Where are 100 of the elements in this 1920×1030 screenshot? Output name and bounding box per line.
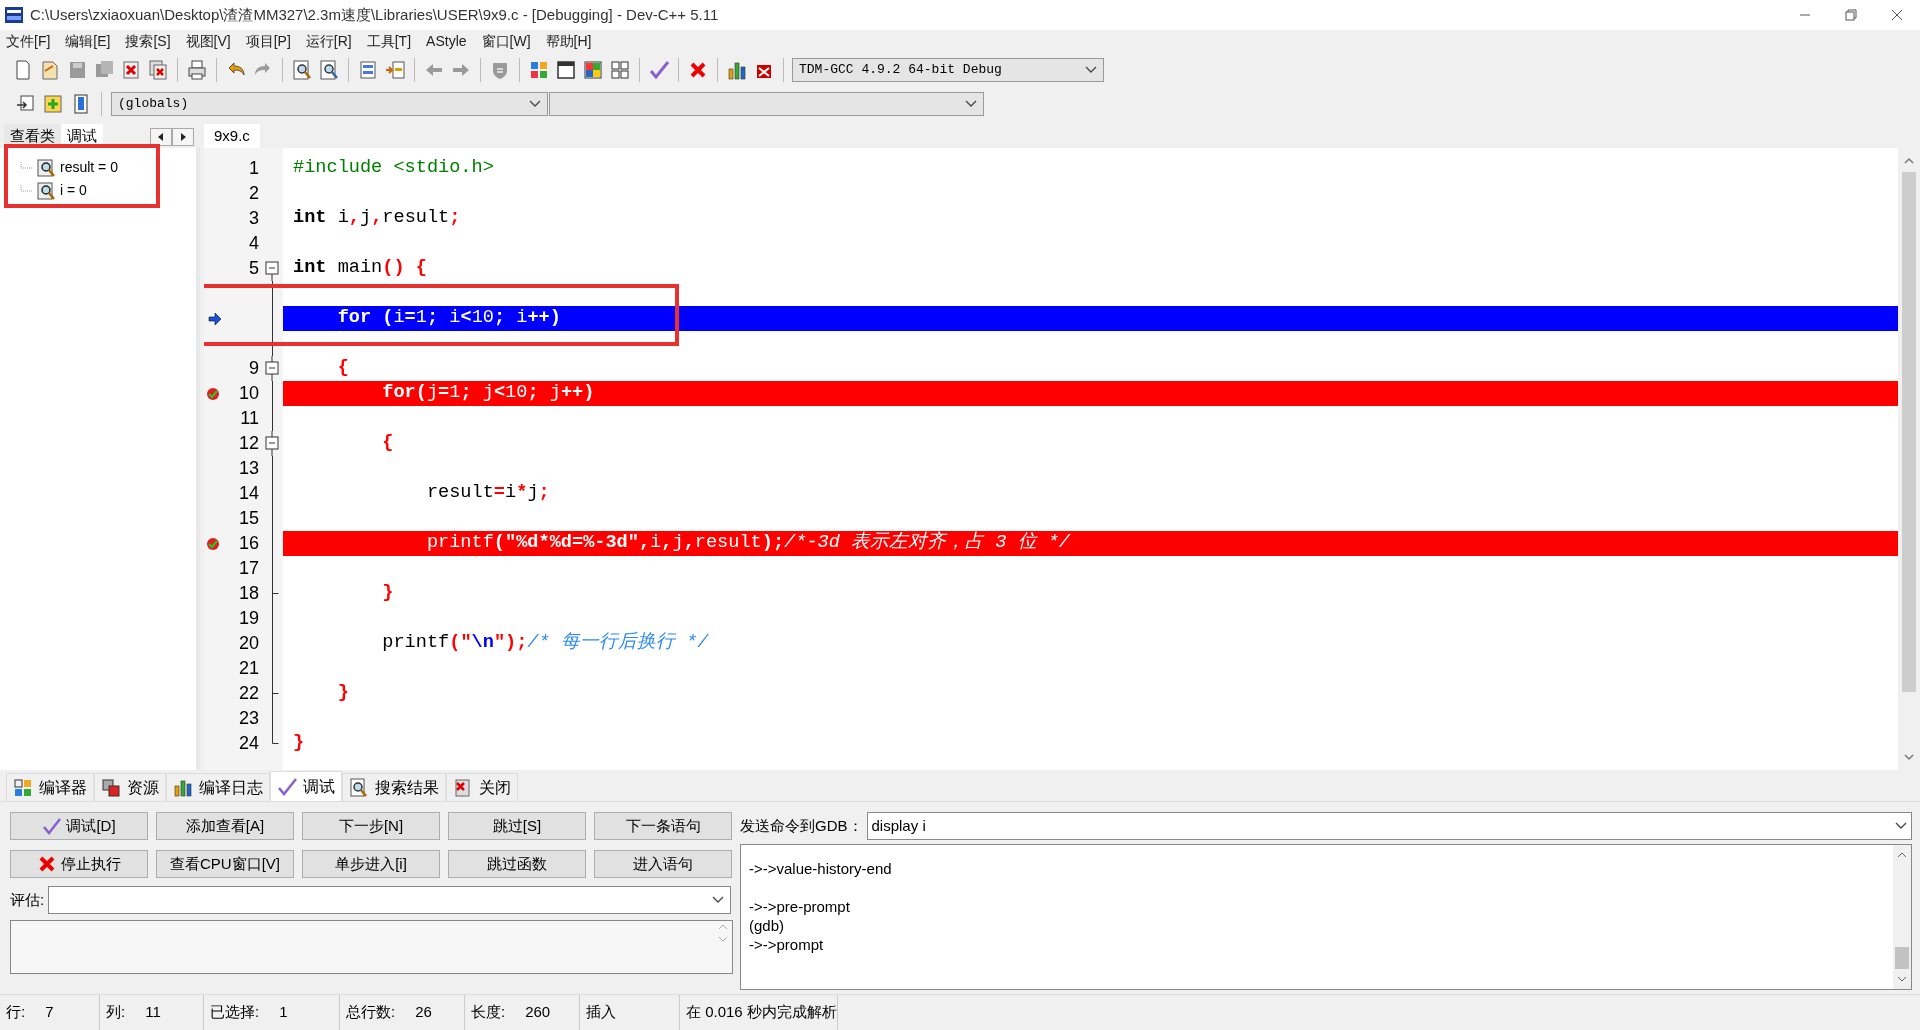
indent-icon[interactable] bbox=[357, 59, 379, 81]
menu-item[interactable]: 帮助[H] bbox=[545, 30, 592, 52]
file-tab[interactable]: 9x9.c bbox=[204, 124, 260, 148]
code-line: int main() { bbox=[293, 259, 427, 278]
panel-tab[interactable]: 关闭 bbox=[446, 773, 518, 801]
status-label: 已选择: bbox=[210, 1002, 260, 1023]
unindent-icon[interactable] bbox=[384, 59, 406, 81]
status-label: 长度: bbox=[471, 1002, 506, 1023]
line-number: 17 bbox=[238, 557, 259, 580]
line-number: 18 bbox=[238, 582, 259, 605]
check-icon[interactable] bbox=[648, 59, 670, 81]
dropdown-caret-icon bbox=[529, 100, 541, 108]
code-line: for (i=1; i<10; i++) bbox=[336, 309, 561, 328]
dropdown-caret-icon bbox=[965, 100, 977, 108]
check-icon bbox=[277, 776, 297, 797]
debug-button[interactable]: 下一条语句 bbox=[594, 812, 732, 840]
close-file-icon[interactable] bbox=[120, 59, 142, 81]
watch-variable[interactable]: result = 0 bbox=[60, 157, 118, 178]
line-number: 16 bbox=[238, 532, 259, 555]
code-line: } bbox=[293, 734, 305, 753]
line-number: 12 bbox=[238, 432, 259, 455]
debug-button[interactable]: 调试[D] bbox=[10, 812, 148, 840]
close-all-icon[interactable] bbox=[147, 59, 169, 81]
code-line: { bbox=[381, 434, 394, 453]
line-number: 10 bbox=[238, 382, 259, 405]
status-label: 插入 bbox=[586, 1002, 616, 1023]
scope-dropdown[interactable]: (globals) bbox=[111, 92, 548, 116]
menu-item[interactable]: 运行[R] bbox=[305, 30, 352, 52]
debug-button[interactable]: 单步进入[i] bbox=[302, 850, 440, 878]
menu-item[interactable]: 工具[T] bbox=[366, 30, 412, 52]
window-icon[interactable] bbox=[555, 59, 577, 81]
watch-icon bbox=[36, 157, 56, 178]
debug-button[interactable]: 添加查看[A] bbox=[156, 812, 294, 840]
open-file-icon[interactable] bbox=[39, 59, 61, 81]
bar-chart-icon[interactable] bbox=[726, 59, 748, 81]
line-number: 9 bbox=[249, 357, 259, 380]
panel-tab[interactable]: 编译器 bbox=[6, 773, 94, 801]
line-number: 15 bbox=[238, 507, 259, 530]
gdb-command-field[interactable]: display i bbox=[866, 812, 1912, 840]
colored-window-icon[interactable] bbox=[582, 59, 604, 81]
debug-button[interactable]: 进入语句 bbox=[594, 850, 732, 878]
status-value: 260 bbox=[525, 1002, 551, 1023]
menu-item[interactable]: 项目[P] bbox=[245, 30, 291, 52]
debug-button[interactable]: 跳过函数 bbox=[448, 850, 586, 878]
line-number: 14 bbox=[238, 482, 259, 505]
code-line: for(j=1; j<10; j++) bbox=[381, 384, 595, 403]
line-number: 21 bbox=[238, 657, 259, 680]
line-number: 1 bbox=[249, 157, 259, 180]
line-number: 24 bbox=[238, 732, 259, 755]
app-icon bbox=[4, 6, 24, 24]
function-dropdown[interactable] bbox=[549, 92, 984, 116]
status-value: 26 bbox=[415, 1002, 432, 1023]
find-icon[interactable] bbox=[291, 59, 313, 81]
line-number: 13 bbox=[238, 457, 259, 480]
search-icon bbox=[349, 777, 369, 798]
line-number: 23 bbox=[238, 707, 259, 730]
window-title: C:\Users\zxiaoxuan\Desktop\渣渣MM327\2.3m速度\Libraries\USER\9x9.c - [Debugging] - Dev-C++ 5.11 bbox=[30, 4, 719, 25]
status-value: 1 bbox=[279, 1002, 288, 1023]
code-line: } bbox=[381, 584, 394, 603]
add-icon[interactable] bbox=[42, 93, 64, 115]
scrollbar-thumb[interactable] bbox=[1895, 947, 1909, 969]
menu-item[interactable]: 视图[V] bbox=[185, 30, 231, 52]
panel-tab[interactable]: 编译日志 bbox=[166, 773, 270, 801]
status-value: 11 bbox=[145, 1002, 161, 1023]
menu-item[interactable]: AStyle bbox=[426, 30, 467, 52]
line-number: 3 bbox=[249, 207, 259, 230]
menu-item[interactable]: 窗口[W] bbox=[481, 30, 531, 52]
status-label: 总行数: bbox=[346, 1002, 396, 1023]
menu-item[interactable]: 文件[F] bbox=[6, 30, 51, 52]
debug-button[interactable]: 跳过[S] bbox=[448, 812, 586, 840]
restore-icon[interactable] bbox=[1843, 7, 1859, 23]
panel-tab[interactable]: 资源 bbox=[94, 773, 166, 801]
code-line: #include <stdio.h> bbox=[293, 159, 494, 178]
tiles-icon[interactable] bbox=[609, 59, 631, 81]
close-icon[interactable] bbox=[1889, 7, 1905, 23]
panel-tab[interactable]: 搜索结果 bbox=[342, 773, 446, 801]
line-number: 5 bbox=[249, 257, 259, 280]
line-number: 2 bbox=[249, 182, 259, 205]
evaluate-field[interactable] bbox=[48, 886, 731, 914]
code-line: { bbox=[336, 359, 349, 378]
debug-button[interactable]: 停止执行 bbox=[10, 850, 148, 878]
print-icon[interactable] bbox=[186, 59, 208, 81]
debug-button[interactable]: 查看CPU窗口[V] bbox=[156, 850, 294, 878]
debug-button[interactable]: 下一步[N] bbox=[302, 812, 440, 840]
compiler-dropdown[interactable]: TDM-GCC 4.9.2 64-bit Debug bbox=[792, 58, 1104, 82]
watch-variable[interactable]: i = 0 bbox=[60, 180, 87, 201]
scrollbar-thumb[interactable] bbox=[1902, 172, 1916, 692]
grid-icon bbox=[13, 777, 33, 798]
gdb-command-label: 发送命令到GDB： bbox=[740, 815, 863, 836]
menu-item[interactable]: 搜索[S] bbox=[125, 30, 171, 52]
stop-icon bbox=[37, 855, 57, 873]
grid-icon[interactable] bbox=[528, 59, 550, 81]
replace-icon[interactable] bbox=[318, 59, 340, 81]
line-number: 19 bbox=[238, 607, 259, 630]
panel-tab[interactable]: 调试 bbox=[270, 771, 342, 801]
dropdown-caret-icon bbox=[712, 896, 724, 904]
status-label: 列: bbox=[106, 1002, 126, 1023]
evaluate-label: 评估: bbox=[10, 889, 45, 910]
menu-item[interactable]: 编辑[E] bbox=[65, 30, 111, 52]
close-icon bbox=[453, 777, 473, 798]
